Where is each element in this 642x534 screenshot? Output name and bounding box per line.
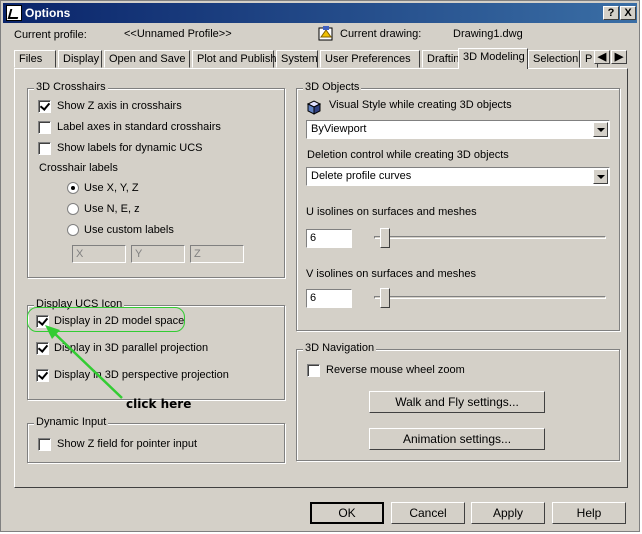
chevron-down-icon[interactable] (593, 169, 608, 184)
visual-style-icon (306, 100, 322, 115)
v-isolines-slider-thumb[interactable] (380, 288, 390, 308)
group-title: 3D Navigation (303, 342, 377, 354)
visual-style-dropdown[interactable]: ByViewport (306, 120, 610, 139)
animation-settings-button[interactable]: Animation settings... (369, 428, 545, 450)
deletion-control-label: Deletion control while creating 3D objec… (307, 149, 509, 161)
v-isolines-label: V isolines on surfaces and meshes (306, 268, 476, 280)
reverse-zoom-label: Reverse mouse wheel zoom (326, 364, 465, 376)
visual-style-label: Visual Style while creating 3D objects (329, 99, 512, 111)
chevron-down-icon[interactable] (593, 122, 608, 137)
visual-style-value: ByViewport (311, 123, 367, 135)
v-isolines-slider-track[interactable] (374, 296, 606, 299)
walk-fly-settings-button[interactable]: Walk and Fly settings... (369, 391, 545, 413)
group-title: 3D Objects (303, 81, 362, 93)
u-isolines-slider-track[interactable] (374, 236, 606, 239)
cancel-button[interactable]: Cancel (391, 502, 465, 524)
deletion-control-dropdown[interactable]: Delete profile curves (306, 167, 610, 186)
u-isolines-label: U isolines on surfaces and meshes (306, 206, 477, 218)
u-isolines-slider-thumb[interactable] (380, 228, 390, 248)
ok-button[interactable]: OK (310, 502, 384, 524)
v-isolines-field[interactable]: 6 (306, 289, 352, 308)
deletion-control-value: Delete profile curves (311, 170, 412, 182)
tab-3d-modeling[interactable]: 3D Modeling (458, 48, 528, 69)
u-isolines-field[interactable]: 6 (306, 229, 352, 248)
apply-button[interactable]: Apply (471, 502, 545, 524)
show-z-field-label: Show Z field for pointer input (57, 438, 198, 450)
group-title: Dynamic Input (34, 416, 109, 428)
help-button[interactable]: Help (552, 502, 626, 524)
click-here-annotation: click here (126, 397, 192, 411)
show-z-field-checkbox[interactable] (38, 438, 51, 451)
reverse-zoom-checkbox[interactable] (307, 364, 320, 377)
